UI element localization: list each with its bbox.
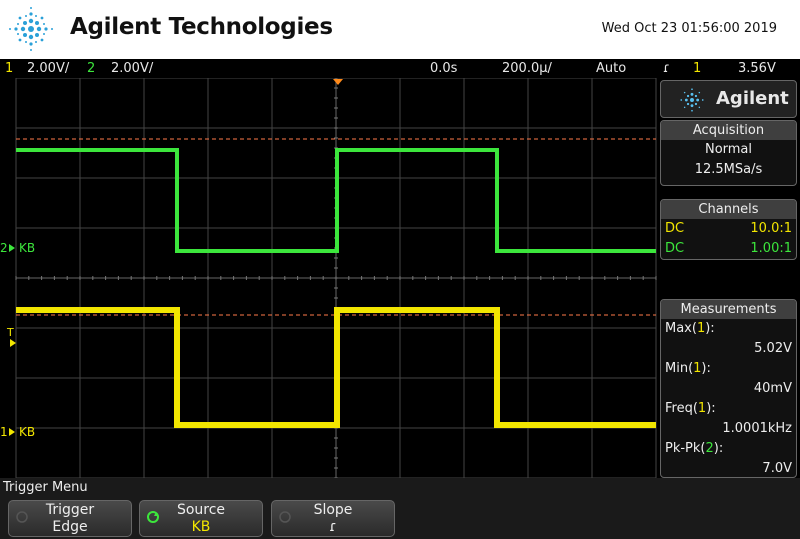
softkey-source-value: KB — [191, 519, 211, 535]
acquisition-mode: Normal — [704, 142, 753, 157]
ch2-scale[interactable]: 2.00V/ — [111, 59, 153, 78]
meas-min-value: 40mV — [753, 381, 792, 396]
meas-pkpk-value: 7.0V — [762, 461, 792, 476]
trigger-slope-icon: ɾ — [663, 61, 670, 76]
meas-pkpk-label: Pk-Pk(2): — [665, 441, 724, 456]
channels-panel[interactable]: Channels DC 10.0:1 DC 1.00:1 — [660, 199, 797, 260]
ch2-probe-ratio: 1.00:1 — [750, 241, 792, 256]
softkey-trigger-type[interactable]: Trigger Edge — [8, 500, 132, 537]
ch1-coupling: DC — [665, 221, 685, 236]
trigger-channel[interactable]: 1 — [693, 59, 701, 78]
channel-row-2: DC 1.00:1 — [661, 239, 796, 259]
time-offset[interactable]: 0.0s — [430, 59, 457, 78]
waveform-display[interactable]: 2 KB 1 KB T — [0, 78, 658, 478]
ch1-ground-marker[interactable]: 1 — [0, 425, 8, 439]
ch2-number[interactable]: 2 — [87, 59, 95, 78]
meas-max-label: Max(1): — [665, 321, 715, 336]
side-brand: Agilent — [716, 88, 789, 109]
ch2-label: KB — [19, 241, 35, 255]
trigger-level[interactable]: 3.56V — [738, 59, 776, 78]
datetime: Wed Oct 23 01:56:00 2019 — [601, 21, 777, 36]
softkey-source-label: Source — [176, 502, 226, 518]
agilent-spark-icon — [9, 7, 53, 51]
softkey-trigger-label: Trigger — [45, 502, 95, 518]
trigger-mode[interactable]: Auto — [596, 59, 626, 78]
softkey-source[interactable]: Source KB — [139, 500, 263, 537]
meas-freq-label: Freq(1): — [665, 401, 716, 416]
channel-row-1: DC 10.0:1 — [661, 219, 796, 239]
header-bar: Agilent Technologies Wed Oct 23 01:56:00… — [0, 0, 800, 59]
softkey-slope[interactable]: Slope ɾ — [271, 500, 395, 537]
acquisition-rate: 12.5MSa/s — [694, 162, 763, 177]
meas-min-label: Min(1): — [665, 361, 711, 376]
agilent-badge: Agilent — [660, 80, 797, 118]
acquisition-panel[interactable]: Acquisition Normal 12.5MSa/s — [660, 120, 797, 186]
menu-title: Trigger Menu — [3, 480, 88, 495]
measurements-panel[interactable]: Measurements Max(1): 5.02V Min(1): 40mV … — [660, 299, 797, 478]
meas-max-value: 5.02V — [754, 341, 792, 356]
channels-title: Channels — [661, 200, 796, 219]
agilent-spark-small-icon — [680, 88, 704, 112]
ch2-ground-marker[interactable]: 2 — [0, 241, 8, 255]
softkey-slope-label: Slope — [313, 502, 353, 518]
ch1-scale[interactable]: 2.00V/ — [27, 59, 69, 78]
ch2-coupling: DC — [665, 241, 685, 256]
acquisition-title: Acquisition — [661, 121, 796, 140]
measurements-title: Measurements — [661, 300, 796, 319]
trigger-level-marker[interactable]: T — [6, 326, 14, 339]
softkey-slope-icon: ɾ — [329, 519, 337, 535]
brand-title: Agilent Technologies — [70, 14, 333, 40]
ch1-probe-ratio: 10.0:1 — [750, 221, 792, 236]
status-bar: 1 2.00V/ 2 2.00V/ 0.0s 200.0µ/ Auto ɾ 1 … — [0, 59, 800, 78]
meas-freq-value: 1.0001kHz — [722, 421, 792, 436]
softkey-menu: Trigger Menu Trigger Edge Source KB Slop… — [0, 478, 800, 539]
ch1-number[interactable]: 1 — [5, 59, 13, 78]
side-panel: Agilent Acquisition Normal 12.5MSa/s Cha… — [660, 78, 800, 478]
ch1-label: KB — [19, 425, 35, 439]
time-scale[interactable]: 200.0µ/ — [502, 59, 552, 78]
softkey-trigger-value: Edge — [52, 519, 88, 535]
